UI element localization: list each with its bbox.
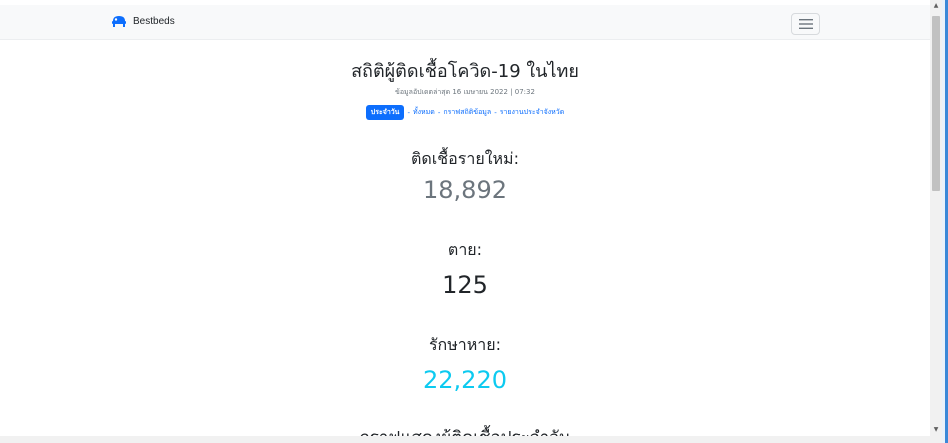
new-cases-value: 18,892 xyxy=(423,176,507,204)
provinces-report-link[interactable]: รายงานประจำจังหวัด xyxy=(500,107,565,118)
page-title: สถิติผู้ติดเชื้อโควิด-19 ในไทย xyxy=(351,61,579,82)
scroll-up-arrow-icon[interactable]: ▲ xyxy=(932,2,940,10)
daily-badge[interactable]: ประจำวัน xyxy=(365,105,405,120)
link-separator: - xyxy=(407,108,410,117)
charts-link[interactable]: กราฟสถิติข้อมูล xyxy=(443,107,491,118)
deaths-value: 125 xyxy=(442,271,488,299)
new-cases-label: ติดเชื้อรายใหม่: xyxy=(411,149,519,168)
brand-link[interactable]: Bestbeds xyxy=(111,14,175,28)
view-links: ประจำวัน - ทั้งหมด - กราฟสถิติข้อมูล - ร… xyxy=(0,105,930,120)
recovered-value: 22,220 xyxy=(423,366,507,394)
navbar: Bestbeds xyxy=(0,5,930,40)
page-viewport: Bestbeds สถิติผู้ติดเชื้อโควิด-19 ในไทย … xyxy=(0,0,930,436)
link-separator: - xyxy=(437,108,441,117)
last-updated-text: ข้อมูลอัปเดตล่าสุด 16 เมษายน 2022 | 07:3… xyxy=(395,88,535,96)
deaths-label: ตาย: xyxy=(447,240,483,259)
vertical-scrollbar[interactable]: ▲ ▼ xyxy=(930,0,942,436)
hamburger-menu-icon xyxy=(798,19,813,29)
all-link[interactable]: ทั้งหมด xyxy=(413,107,435,118)
menu-toggle-button[interactable] xyxy=(791,13,820,35)
bed-icon xyxy=(112,16,126,27)
brand-name: Bestbeds xyxy=(133,15,175,27)
recovered-label: รักษาหาย: xyxy=(428,335,502,354)
scrollbar-thumb[interactable] xyxy=(932,16,940,191)
bottom-edge xyxy=(0,436,942,443)
daily-cases-chart-title: กราฟแสดงผู้ติดเชื้อประจำวัน xyxy=(0,424,930,436)
scroll-down-arrow-icon[interactable]: ▼ xyxy=(932,426,940,434)
link-separator: - xyxy=(494,108,497,117)
